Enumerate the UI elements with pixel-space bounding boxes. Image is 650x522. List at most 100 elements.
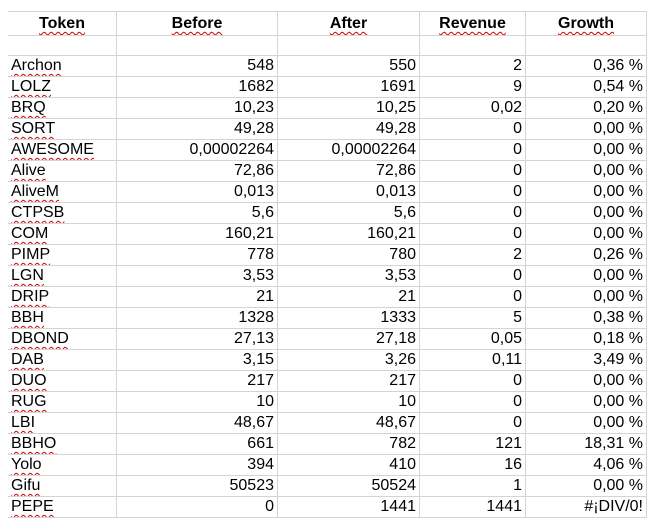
cell-after[interactable]: 3,53 [278, 266, 420, 287]
cell-revenue[interactable]: 0 [420, 224, 526, 245]
cell-after[interactable]: 50524 [278, 476, 420, 497]
cell-growth[interactable]: 0,00 % [526, 161, 647, 182]
cell-token[interactable]: CTPSB [8, 203, 117, 224]
cell-revenue[interactable]: 1441 [420, 497, 526, 518]
header-cell-revenue[interactable]: Revenue [420, 12, 526, 36]
cell-before[interactable]: 394 [117, 455, 278, 476]
cell-before[interactable]: 21 [117, 287, 278, 308]
cell-growth[interactable]: 0,00 % [526, 182, 647, 203]
empty-cell[interactable] [526, 36, 647, 56]
cell-revenue[interactable]: 0 [420, 413, 526, 434]
cell-revenue[interactable]: 0 [420, 182, 526, 203]
empty-cell[interactable] [117, 36, 278, 56]
cell-revenue[interactable]: 0 [420, 371, 526, 392]
cell-growth[interactable]: 0,26 % [526, 245, 647, 266]
cell-revenue[interactable]: 0,11 [420, 350, 526, 371]
cell-before[interactable]: 49,28 [117, 119, 278, 140]
cell-after[interactable]: 780 [278, 245, 420, 266]
cell-growth[interactable]: 4,06 % [526, 455, 647, 476]
cell-token[interactable]: Yolo [8, 455, 117, 476]
header-cell-token[interactable]: Token [8, 12, 117, 36]
cell-token[interactable]: LOLZ [8, 77, 117, 98]
cell-token[interactable]: COM [8, 224, 117, 245]
cell-after[interactable]: 0,00002264 [278, 140, 420, 161]
cell-after[interactable]: 5,6 [278, 203, 420, 224]
cell-growth[interactable]: 0,00 % [526, 266, 647, 287]
cell-after[interactable]: 10,25 [278, 98, 420, 119]
cell-after[interactable]: 217 [278, 371, 420, 392]
cell-before[interactable]: 548 [117, 56, 278, 77]
cell-growth[interactable]: #¡DIV/0! [526, 497, 647, 518]
cell-revenue[interactable]: 0 [420, 140, 526, 161]
cell-after[interactable]: 49,28 [278, 119, 420, 140]
cell-revenue[interactable]: 0,02 [420, 98, 526, 119]
cell-growth[interactable]: 0,00 % [526, 371, 647, 392]
empty-cell[interactable] [278, 36, 420, 56]
cell-token[interactable]: BRQ [8, 98, 117, 119]
cell-token[interactable]: DUO [8, 371, 117, 392]
cell-token[interactable]: AliveM [8, 182, 117, 203]
cell-before[interactable]: 10 [117, 392, 278, 413]
cell-token[interactable]: RUG [8, 392, 117, 413]
cell-growth[interactable]: 0,00 % [526, 413, 647, 434]
cell-before[interactable]: 5,6 [117, 203, 278, 224]
cell-growth[interactable]: 0,36 % [526, 56, 647, 77]
header-cell-growth[interactable]: Growth [526, 12, 647, 36]
cell-after[interactable]: 0,013 [278, 182, 420, 203]
cell-revenue[interactable]: 121 [420, 434, 526, 455]
cell-after[interactable]: 1691 [278, 77, 420, 98]
cell-before[interactable]: 0 [117, 497, 278, 518]
cell-after[interactable]: 10 [278, 392, 420, 413]
cell-after[interactable]: 48,67 [278, 413, 420, 434]
cell-token[interactable]: SORT [8, 119, 117, 140]
cell-token[interactable]: LGN [8, 266, 117, 287]
cell-after[interactable]: 1441 [278, 497, 420, 518]
cell-after[interactable]: 160,21 [278, 224, 420, 245]
cell-growth[interactable]: 0,20 % [526, 98, 647, 119]
cell-before[interactable]: 50523 [117, 476, 278, 497]
cell-before[interactable]: 160,21 [117, 224, 278, 245]
cell-token[interactable]: DRIP [8, 287, 117, 308]
cell-after[interactable]: 1333 [278, 308, 420, 329]
cell-revenue[interactable]: 16 [420, 455, 526, 476]
cell-before[interactable]: 10,23 [117, 98, 278, 119]
cell-before[interactable]: 661 [117, 434, 278, 455]
cell-revenue[interactable]: 0 [420, 266, 526, 287]
cell-revenue[interactable]: 0 [420, 203, 526, 224]
cell-token[interactable]: BBH [8, 308, 117, 329]
cell-growth[interactable]: 0,18 % [526, 329, 647, 350]
cell-after[interactable]: 3,26 [278, 350, 420, 371]
cell-before[interactable]: 3,53 [117, 266, 278, 287]
cell-growth[interactable]: 3,49 % [526, 350, 647, 371]
cell-token[interactable]: PEPE [8, 497, 117, 518]
cell-token[interactable]: PIMP [8, 245, 117, 266]
cell-growth[interactable]: 0,00 % [526, 203, 647, 224]
cell-growth[interactable]: 0,00 % [526, 287, 647, 308]
cell-growth[interactable]: 0,54 % [526, 77, 647, 98]
cell-revenue[interactable]: 2 [420, 245, 526, 266]
cell-after[interactable]: 410 [278, 455, 420, 476]
cell-revenue[interactable]: 0 [420, 119, 526, 140]
cell-revenue[interactable]: 1 [420, 476, 526, 497]
header-cell-after[interactable]: After [278, 12, 420, 36]
empty-cell[interactable] [420, 36, 526, 56]
cell-token[interactable]: Gifu [8, 476, 117, 497]
cell-token[interactable]: Archon [8, 56, 117, 77]
cell-token[interactable]: BBHO [8, 434, 117, 455]
cell-token[interactable]: DBOND [8, 329, 117, 350]
cell-growth[interactable]: 0,00 % [526, 140, 647, 161]
cell-growth[interactable]: 0,38 % [526, 308, 647, 329]
cell-revenue[interactable]: 0 [420, 392, 526, 413]
cell-growth[interactable]: 18,31 % [526, 434, 647, 455]
header-cell-before[interactable]: Before [117, 12, 278, 36]
cell-after[interactable]: 21 [278, 287, 420, 308]
cell-after[interactable]: 72,86 [278, 161, 420, 182]
cell-growth[interactable]: 0,00 % [526, 476, 647, 497]
cell-token[interactable]: AWESOME [8, 140, 117, 161]
cell-before[interactable]: 0,00002264 [117, 140, 278, 161]
cell-token[interactable]: LBI [8, 413, 117, 434]
cell-before[interactable]: 778 [117, 245, 278, 266]
cell-before[interactable]: 0,013 [117, 182, 278, 203]
cell-revenue[interactable]: 0,05 [420, 329, 526, 350]
empty-cell[interactable] [8, 36, 117, 56]
